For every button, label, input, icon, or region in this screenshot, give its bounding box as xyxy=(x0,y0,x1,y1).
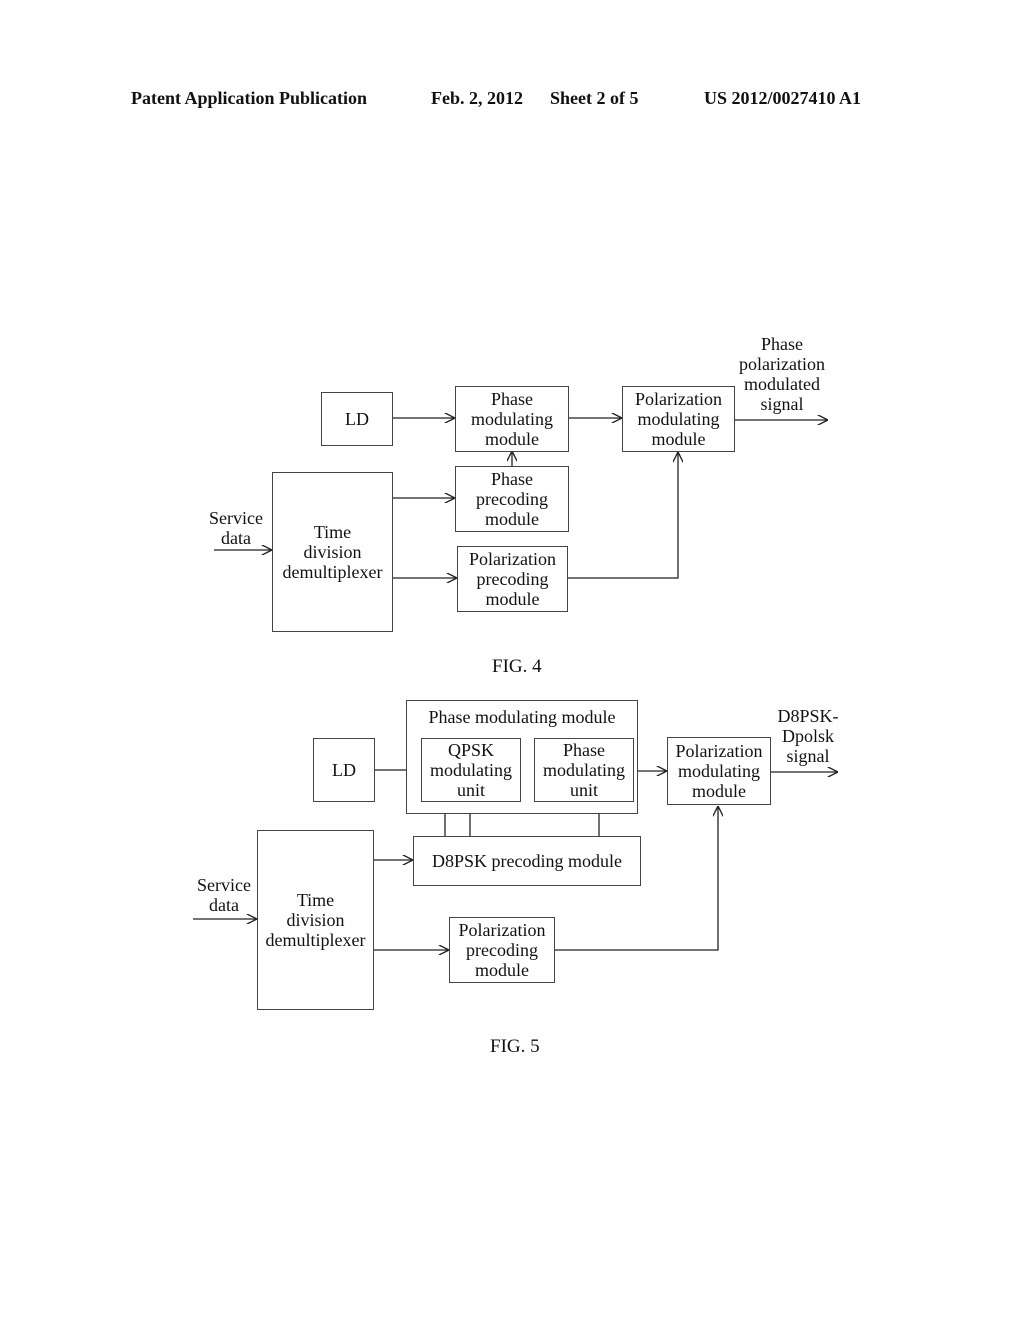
box-text: demultiplexer xyxy=(282,562,383,582)
box-text: unit xyxy=(456,780,485,800)
box-text: division xyxy=(286,910,345,930)
box-text: modulating xyxy=(430,760,512,780)
box-text: modulating xyxy=(678,761,760,781)
box-text: Polarization xyxy=(675,741,763,761)
box-text: precoding xyxy=(476,489,548,509)
fig4-output-line: polarization xyxy=(739,354,825,374)
box-text: module xyxy=(485,509,539,529)
fig4-phase-precoding-module: Phase precoding module xyxy=(455,466,569,532)
fig4-output-label: Phase polarization modulated signal xyxy=(734,334,830,414)
label-line: data xyxy=(221,528,251,548)
patent-number: US 2012/0027410 A1 xyxy=(704,88,862,108)
box-text: module xyxy=(651,429,706,449)
box-text: Polarization xyxy=(635,389,722,409)
fig5-ld-box: LD xyxy=(313,738,375,802)
box-text: precoding xyxy=(466,940,538,960)
publication-label: Patent Application Publication xyxy=(131,88,368,108)
publication-date: Feb. 2, 2012 xyxy=(431,88,523,108)
fig5-caption: FIG. 5 xyxy=(490,1036,540,1057)
fig5-polarization-precoding-module: Polarization precoding module xyxy=(449,917,555,983)
box-text: Phase xyxy=(491,389,533,409)
box-text: unit xyxy=(569,780,598,800)
box-text: Polarization xyxy=(458,920,546,940)
label-line: Service xyxy=(197,875,251,895)
box-text: Phase xyxy=(491,469,533,489)
box-text: Polarization xyxy=(469,549,556,569)
fig5-time-division-demultiplexer: Time division demultiplexer xyxy=(257,830,374,1010)
fig5-qpsk-modulating-unit: QPSK modulating unit xyxy=(421,738,521,802)
fig5-service-data-label: Service data xyxy=(190,875,258,915)
box-text: module xyxy=(485,589,540,609)
fig4-caption: FIG. 4 xyxy=(492,656,542,677)
box-text: modulating xyxy=(471,409,553,429)
fig4-polarization-precoding-module: Polarization precoding module xyxy=(457,546,568,612)
box-text: modulating xyxy=(543,760,625,780)
fig5-phase-modulating-unit: Phase modulating unit xyxy=(534,738,634,802)
fig4-output-line: modulated xyxy=(744,374,820,394)
box-text: demultiplexer xyxy=(265,930,366,950)
box-text: module xyxy=(692,781,746,801)
fig5-output-label: D8PSK- Dpolsk signal xyxy=(766,706,850,766)
fig4-output-line: signal xyxy=(760,394,804,414)
label-line: Dpolsk xyxy=(781,726,834,746)
fig5-ld-label: LD xyxy=(332,760,356,780)
label-line: Service xyxy=(209,508,263,528)
box-text: module xyxy=(485,429,539,449)
fig4-time-division-demultiplexer: Time division demultiplexer xyxy=(272,472,393,632)
label-line: data xyxy=(209,895,239,915)
group-title: Phase modulating module xyxy=(428,707,616,727)
fig4-ld-label: LD xyxy=(345,409,369,429)
fig5-polarization-modulating-module: Polarization modulating module xyxy=(667,737,771,805)
fig5-d8psk-precoding-module: D8PSK precoding module xyxy=(413,836,641,886)
arrow-pol-pre-to-pol-mod xyxy=(568,452,678,579)
box-text: precoding xyxy=(476,569,549,589)
box-text: QPSK xyxy=(447,740,495,760)
box-text: modulating xyxy=(637,409,720,429)
box-text: Phase xyxy=(563,740,605,760)
fig4-service-data-label: Service data xyxy=(203,508,269,548)
fig4-polarization-modulating-module: Polarization modulating module xyxy=(622,386,735,452)
box-text: division xyxy=(303,542,362,562)
sheet-number: Sheet 2 of 5 xyxy=(550,88,639,108)
fig4-ld-box: LD xyxy=(321,392,393,446)
box-text: Time xyxy=(313,522,352,542)
box-text: module xyxy=(475,960,529,980)
label-line: signal xyxy=(786,746,830,766)
box-text: Time xyxy=(296,890,335,910)
box-text: D8PSK precoding module xyxy=(432,851,622,871)
fig4-output-line: Phase xyxy=(761,334,803,354)
label-line: D8PSK- xyxy=(777,706,839,726)
fig4-phase-modulating-module: Phase modulating module xyxy=(455,386,569,452)
